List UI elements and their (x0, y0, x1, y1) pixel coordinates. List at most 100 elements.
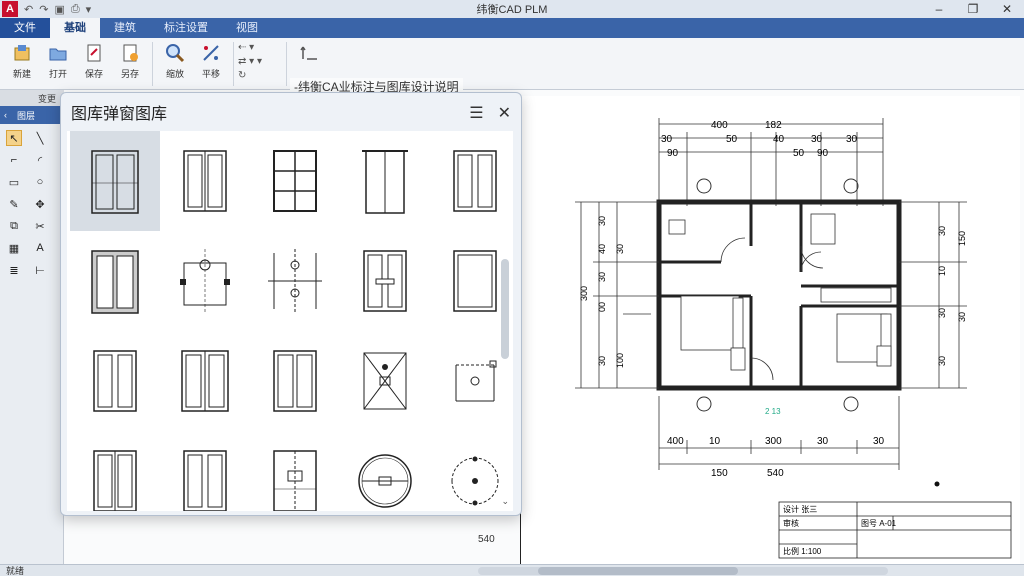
open-button[interactable]: 打开 (40, 38, 76, 80)
block-thumbnail[interactable] (160, 131, 250, 231)
text-tool-icon[interactable]: A (32, 240, 48, 256)
layer-tool-icon[interactable]: ≣ (6, 262, 22, 278)
print-icon[interactable]: ⎙ (71, 3, 80, 16)
dim-bottom-5: 150 (711, 468, 728, 479)
dialog-title: 图库弹窗图库 (71, 106, 168, 123)
restore-button[interactable]: ❐ (956, 0, 990, 18)
dim-top-1: 182 (765, 120, 782, 131)
line-tool-icon[interactable]: ╲ (32, 130, 48, 146)
palette-collapse-icon[interactable]: ‹ (4, 110, 7, 120)
new-button[interactable]: 新建 (4, 38, 40, 80)
tab-basic[interactable]: 基础 (50, 18, 100, 38)
dim-left-3: 00 (597, 302, 607, 312)
block-thumbnail[interactable] (430, 131, 513, 231)
dim-top-7: 90 (667, 148, 679, 159)
select-tool-icon[interactable]: ↖ (6, 130, 22, 146)
dim-right-0: 30 (937, 226, 947, 236)
measure-tool-icon[interactable]: ⊢ (32, 262, 48, 278)
dim-bottom-2: 300 (765, 436, 782, 447)
title-block-1: 审核 (783, 518, 799, 528)
dim-bottom-3: 30 (817, 436, 829, 447)
trim-tool-icon[interactable]: ✂ (32, 218, 48, 234)
tab-view[interactable]: 视图 (222, 18, 272, 38)
rotate-icon[interactable]: ↻ (238, 70, 282, 81)
save-button[interactable]: 保存 (76, 38, 112, 80)
arc-tool-icon[interactable]: ◜ (32, 152, 48, 168)
close-icon[interactable]: ✕ (498, 103, 511, 123)
save-as-icon (119, 42, 141, 64)
tab-file[interactable]: 文件 (0, 18, 50, 38)
polyline-tool-icon[interactable]: ⌐ (6, 152, 22, 168)
plan-note: 2 13 (765, 407, 781, 416)
redo-icon[interactable]: ↷ (39, 3, 48, 16)
ribbon-group-label: 变更 (38, 94, 57, 104)
block-thumbnail[interactable] (250, 431, 340, 511)
block-thumbnail[interactable] (70, 331, 160, 431)
align-button[interactable] (291, 38, 327, 64)
dim-bottom-4: 30 (873, 436, 885, 447)
dim-left-0: 30 (597, 216, 607, 226)
save-as-button[interactable]: 另存 (112, 38, 148, 80)
block-thumbnail[interactable] (250, 131, 340, 231)
status-bar: 就绪 (0, 564, 1024, 576)
title-block-3: 比例 1:100 (783, 546, 822, 556)
dim-left-total: 300 (579, 286, 589, 301)
block-thumbnail[interactable] (340, 131, 430, 231)
block-thumbnail[interactable] (160, 431, 250, 511)
status-text: 就绪 (6, 566, 25, 576)
move-tool-icon[interactable]: ✥ (32, 196, 48, 212)
ribbon-tabs: 文件 基础 建筑 标注设置 视图 (0, 18, 1024, 38)
dim-top-2: 30 (661, 134, 673, 145)
arrow-left-icon[interactable]: ⇠ ▾ (238, 42, 282, 53)
close-button[interactable]: ✕ (990, 0, 1024, 18)
minimize-button[interactable]: – (922, 0, 956, 18)
title-bar: A ↶ ↷ ▣ ⎙ ▾ 纬衡CAD PLM – ❐ ✕ (0, 0, 1024, 18)
dim-right-5: 30 (937, 356, 947, 366)
pan-button[interactable]: 平移 (193, 38, 229, 80)
block-thumbnail[interactable] (160, 331, 250, 431)
dim-left-1: 40 (597, 244, 607, 254)
rect-tool-icon[interactable]: ▭ (6, 174, 22, 190)
scale-icon[interactable]: ⇄ ▾ ▾ (238, 56, 282, 67)
tab-annotation-settings[interactable]: 标注设置 (150, 18, 222, 38)
dialog-controls: ☰ ✕ (469, 103, 511, 123)
block-thumbnail[interactable] (340, 331, 430, 431)
pen-tool-icon[interactable]: ✎ (6, 196, 22, 212)
block-thumbnail[interactable] (250, 231, 340, 331)
horizontal-scrollbar[interactable] (478, 567, 888, 575)
magnifier-icon (164, 42, 186, 64)
circle-tool-icon[interactable]: ○ (32, 174, 48, 190)
fill-tool-icon[interactable]: ▦ (6, 240, 22, 256)
dim-bottom-6: 540 (767, 468, 784, 479)
dropdown-icon[interactable]: ▾ (86, 3, 92, 16)
ribbon-small-tools: ⇠ ▾ ⇄ ▾ ▾ ↻ (238, 38, 282, 81)
ribbon-panel: 新建 打开 保存 另存 缩放 平移 ⇠ ▾ ⇄ ▾ ▾ ↻ (0, 38, 1024, 90)
copy-tool-icon[interactable]: ⧉ (6, 218, 22, 234)
block-thumbnail[interactable] (340, 431, 430, 511)
block-thumbnail[interactable] (340, 231, 430, 331)
scroll-down-icon[interactable]: ⌄ (501, 496, 509, 507)
block-thumbnail[interactable] (250, 331, 340, 431)
tab-architecture[interactable]: 建筑 (100, 18, 150, 38)
dim-top-4: 40 (773, 134, 785, 145)
dialog-header[interactable]: 图库弹窗图库 (61, 93, 521, 131)
block-thumbnail[interactable] (70, 131, 160, 231)
block-thumbnail[interactable] (70, 431, 160, 511)
scrollbar-thumb[interactable] (538, 567, 738, 575)
palette-header: ‹ 图层 (0, 106, 63, 124)
block-thumbnail[interactable] (70, 231, 160, 331)
title-block-2: 图号 A-01 (861, 519, 897, 528)
window-title: 纬衡CAD PLM (476, 4, 548, 16)
block-thumbnail[interactable] (160, 231, 250, 331)
floor-plan-sheet[interactable]: 400 182 30 50 40 30 30 90 50 90 300 30 4… (520, 96, 1020, 564)
dim-right-3: 30 (937, 308, 947, 318)
dim-top-5: 30 (811, 134, 823, 145)
save-icon[interactable]: ▣ (54, 3, 64, 16)
app-logo[interactable]: A (2, 1, 18, 17)
dialog-vertical-scrollbar[interactable] (501, 259, 509, 359)
dim-top-3: 50 (726, 134, 738, 145)
zoom-button[interactable]: 缩放 (157, 38, 193, 80)
menu-icon[interactable]: ☰ (469, 103, 483, 123)
undo-icon[interactable]: ↶ (24, 3, 33, 16)
window-controls: – ❐ ✕ (922, 0, 1024, 18)
